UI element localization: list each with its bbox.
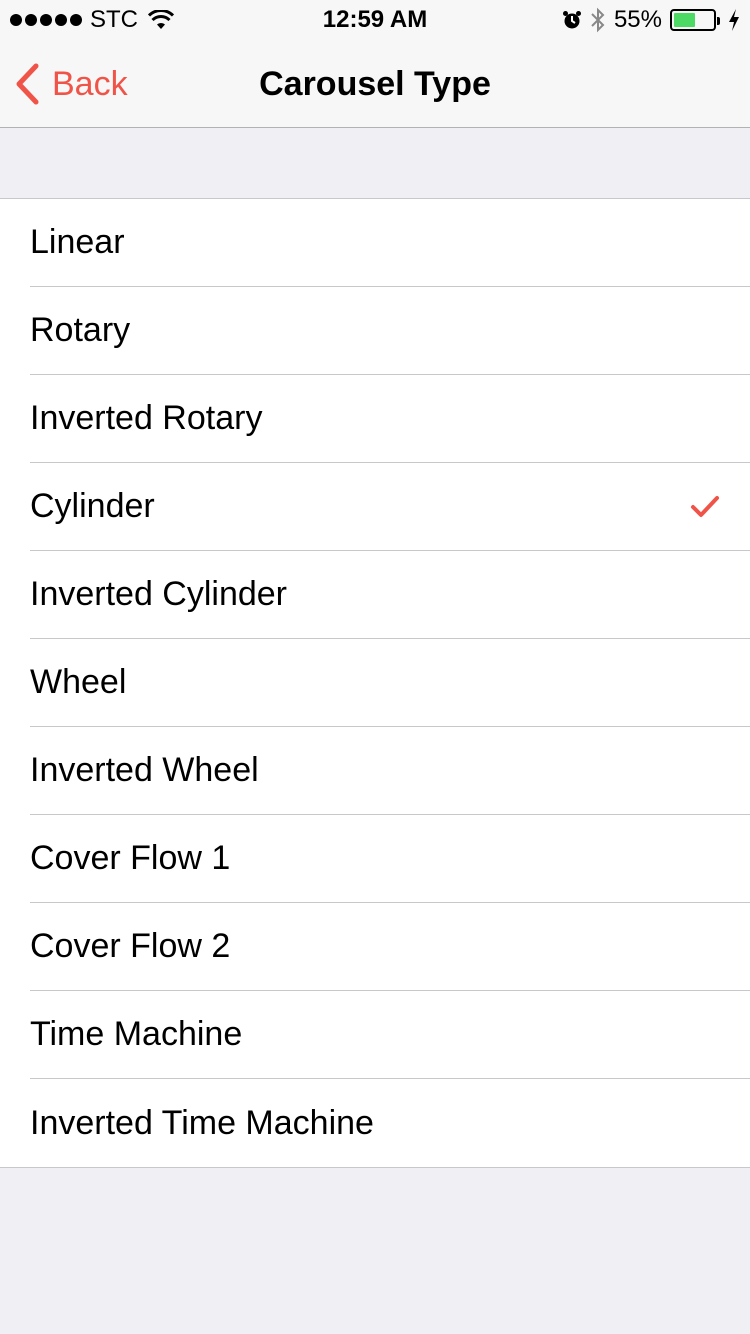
bluetooth-icon [591, 7, 605, 33]
status-right: 55% [562, 6, 740, 34]
list-item-content: Wheel [30, 639, 750, 727]
list-item-content: Time Machine [30, 991, 750, 1079]
list-item-label: Wheel [30, 663, 127, 701]
list-item-label: Linear [30, 223, 125, 261]
list-item-content: Inverted Rotary [30, 375, 750, 463]
list-item-content: Cover Flow 2 [30, 903, 750, 991]
list-item[interactable]: Inverted Rotary [0, 375, 750, 463]
list-item-label: Cylinder [30, 487, 155, 525]
list-item-label: Rotary [30, 311, 131, 349]
list-item-content: Linear [30, 199, 750, 287]
page-title: Carousel Type [259, 65, 491, 103]
battery-icon [670, 9, 720, 31]
list-item-content: Inverted Wheel [30, 727, 750, 815]
list-item[interactable]: Cylinder [0, 463, 750, 551]
list-item[interactable]: Inverted Cylinder [0, 551, 750, 639]
list-item[interactable]: Cover Flow 1 [0, 815, 750, 903]
list-item[interactable]: Time Machine [0, 991, 750, 1079]
battery-percent: 55% [613, 6, 662, 33]
list-item-content: Cover Flow 1 [30, 815, 750, 903]
list-item[interactable]: Wheel [0, 639, 750, 727]
list-item[interactable]: Rotary [0, 287, 750, 375]
alarm-clock-icon [562, 11, 581, 29]
list-item-label: Time Machine [30, 1015, 243, 1053]
list-item-content: Rotary [30, 287, 750, 375]
list-item[interactable]: Cover Flow 2 [0, 903, 750, 991]
list-item-label: Inverted Wheel [30, 751, 259, 789]
list-item-label: Inverted Rotary [30, 399, 263, 437]
list-item-content: Inverted Cylinder [30, 551, 750, 639]
list-item-label: Inverted Cylinder [30, 575, 288, 613]
list-item-content: Inverted Time Machine [30, 1079, 750, 1167]
status-bar: STC 12:59 AM 55% [0, 0, 750, 40]
bolt-icon [729, 9, 739, 31]
carousel-type-list: Linear Rotary Inverted Rotary Cylinder I… [0, 198, 750, 1168]
list-item-content: Cylinder [30, 463, 750, 551]
list-item-label: Inverted Time Machine [30, 1103, 374, 1142]
list-item[interactable]: Linear [0, 199, 750, 287]
navigation-bar: Back Carousel Type [0, 40, 750, 128]
list-item-label: Cover Flow 2 [30, 927, 231, 965]
list-item-label: Cover Flow 1 [30, 839, 231, 877]
checkmark-icon [691, 495, 719, 517]
list-item[interactable]: Inverted Time Machine [0, 1079, 750, 1167]
battery-fill [674, 13, 695, 27]
list-item[interactable]: Inverted Wheel [0, 727, 750, 815]
